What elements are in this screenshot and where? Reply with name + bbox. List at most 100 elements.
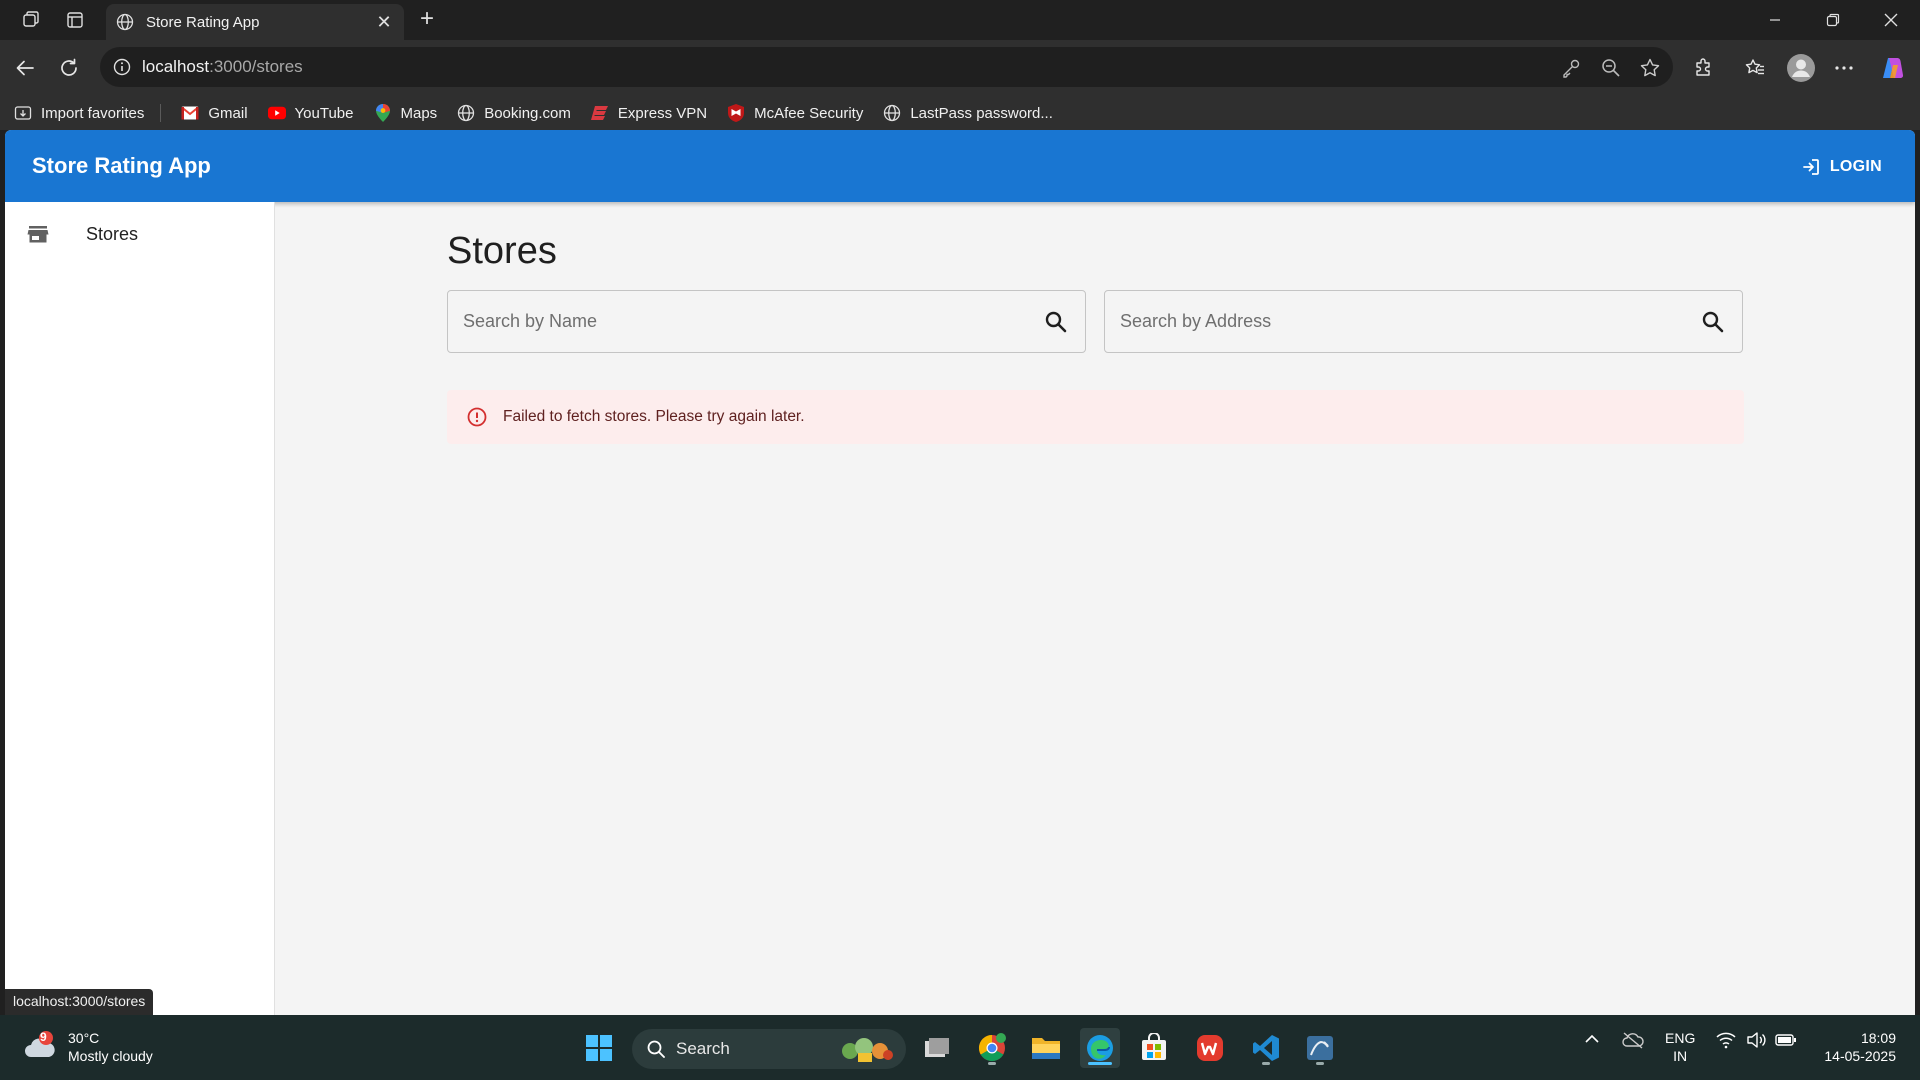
volume-tray[interactable] (1746, 1031, 1766, 1054)
bookmark-expressvpn[interactable]: Express VPN (590, 104, 708, 122)
gmail-icon (181, 104, 200, 122)
new-tab-icon[interactable]: + (412, 6, 442, 34)
bookmark-lastpass[interactable]: LastPass password... (883, 104, 1053, 122)
bookmark-booking[interactable]: Booking.com (457, 104, 571, 122)
address-bar[interactable]: localhost:3000/stores (100, 47, 1673, 87)
sidebar: Stores (5, 202, 275, 1015)
taskbar-search[interactable]: Search (632, 1029, 906, 1069)
show-hidden-icons[interactable] (1584, 1031, 1600, 1052)
clock-time: 18:09 (1860, 1030, 1896, 1046)
cloud-off-icon (1622, 1032, 1644, 1049)
sidebar-item-label: Stores (86, 223, 139, 244)
edge-app[interactable] (1080, 1028, 1120, 1068)
password-key-icon[interactable] (1560, 57, 1582, 79)
bookmark-label: McAfee Security (754, 104, 864, 122)
favorite-star-icon[interactable] (1639, 57, 1661, 79)
favorites-icon[interactable] (1741, 54, 1769, 82)
weather-badge: 9 (40, 1030, 47, 1044)
search-icon (647, 1040, 665, 1058)
task-view-app[interactable] (917, 1028, 957, 1068)
page-viewport: Store Rating App LOGIN Stores Stores Fai… (5, 130, 1915, 1015)
battery-tray[interactable] (1775, 1031, 1797, 1054)
login-button[interactable]: LOGIN (1801, 152, 1882, 182)
search-icon[interactable] (1043, 309, 1069, 335)
vscode-app[interactable] (1246, 1028, 1286, 1068)
speaker-icon (1747, 1032, 1766, 1048)
bookmark-label: Gmail (208, 104, 248, 122)
search-address-field[interactable] (1104, 290, 1743, 353)
mysql-workbench-icon (1307, 1036, 1333, 1060)
tab-title: Store Rating App (146, 13, 260, 31)
app-title[interactable]: Store Rating App (32, 153, 211, 179)
search-icon[interactable] (1700, 309, 1726, 335)
language-indicator[interactable]: ENG IN (1665, 1029, 1695, 1065)
bookmark-import-favorites[interactable]: Import favorites (14, 104, 144, 122)
bookmark-maps[interactable]: Maps (374, 104, 438, 122)
zoom-out-icon[interactable] (1600, 57, 1622, 79)
error-message: Failed to fetch stores. Please try again… (503, 408, 805, 425)
file-explorer-app[interactable] (1026, 1028, 1066, 1068)
profile-avatar-icon[interactable] (1785, 52, 1817, 84)
windows-logo-icon (586, 1035, 612, 1061)
site-info-icon[interactable] (112, 57, 132, 77)
restore-icon[interactable] (1804, 0, 1862, 40)
folder-icon (1032, 1038, 1060, 1059)
task-view-icon (925, 1038, 949, 1057)
back-icon[interactable] (11, 54, 39, 82)
sidebar-item-stores[interactable]: Stores (5, 210, 274, 258)
more-options-icon[interactable] (1830, 54, 1858, 82)
wifi-icon (1716, 1032, 1736, 1049)
edge-icon (1087, 1035, 1113, 1061)
weather-widget[interactable]: 9 30°C Mostly cloudy (22, 1029, 153, 1065)
expressvpn-icon (590, 104, 609, 122)
bookmark-label: Booking.com (484, 104, 571, 122)
system-clock[interactable]: 18:09 14-05-2025 (1812, 1029, 1896, 1065)
url-host: localhost (142, 57, 210, 76)
bookmark-gmail[interactable]: Gmail (181, 104, 248, 122)
bookmark-label: YouTube (294, 104, 354, 122)
wps-icon (1197, 1035, 1223, 1061)
minimize-icon[interactable] (1746, 0, 1804, 40)
error-alert: Failed to fetch stores. Please try again… (447, 390, 1744, 444)
chrome-app[interactable] (972, 1028, 1012, 1068)
search-name-field[interactable] (447, 290, 1086, 353)
bookmark-mcafee[interactable]: McAfee Security (727, 104, 863, 122)
globe-icon (883, 104, 901, 122)
wps-office-app[interactable] (1190, 1028, 1230, 1068)
onedrive-tray[interactable] (1622, 1031, 1644, 1054)
vertical-tabs-icon[interactable] (60, 6, 90, 34)
weather-condition: Mostly cloudy (68, 1048, 153, 1064)
network-tray[interactable] (1716, 1031, 1736, 1054)
error-outline-icon (467, 407, 487, 427)
page-title: Stores (447, 230, 557, 272)
tab-close-icon[interactable]: ✕ (374, 12, 394, 33)
vscode-icon (1253, 1035, 1279, 1061)
browser-tab[interactable]: Store Rating App ✕ (106, 4, 404, 40)
bookmark-label: Express VPN (617, 104, 708, 122)
refresh-icon[interactable] (55, 54, 83, 82)
copilot-icon[interactable] (1878, 54, 1906, 82)
globe-icon (457, 104, 475, 122)
workspaces-icon[interactable] (16, 6, 46, 34)
bookmark-label: Maps (400, 104, 438, 122)
mysql-workbench-app[interactable] (1300, 1028, 1340, 1068)
url-path: :3000/stores (209, 57, 303, 76)
browser-titlebar: Store Rating App ✕ + (0, 0, 1920, 40)
chrome-icon (978, 1033, 1006, 1062)
close-window-icon[interactable] (1862, 0, 1920, 40)
taskbar: 9 30°C Mostly cloudy Search ENG IN 18:09… (0, 1015, 1920, 1080)
chevron-up-icon (1585, 1034, 1599, 1043)
microsoft-store-app[interactable] (1134, 1028, 1174, 1068)
bookmarks-bar: Import favorites Gmail YouTube Maps Book… (0, 96, 1920, 130)
extensions-icon[interactable] (1690, 54, 1718, 82)
clock-date: 14-05-2025 (1824, 1048, 1896, 1064)
search-address-input[interactable] (1120, 311, 1700, 332)
bookmark-separator (160, 104, 162, 122)
status-bar-url: localhost:3000/stores (5, 989, 154, 1015)
start-button[interactable] (579, 1028, 619, 1068)
bookmark-youtube[interactable]: YouTube (267, 104, 354, 122)
battery-icon (1775, 1034, 1796, 1046)
bookmark-label: LastPass password... (910, 104, 1053, 122)
lang-line1: ENG (1665, 1030, 1696, 1046)
search-name-input[interactable] (463, 311, 1043, 332)
